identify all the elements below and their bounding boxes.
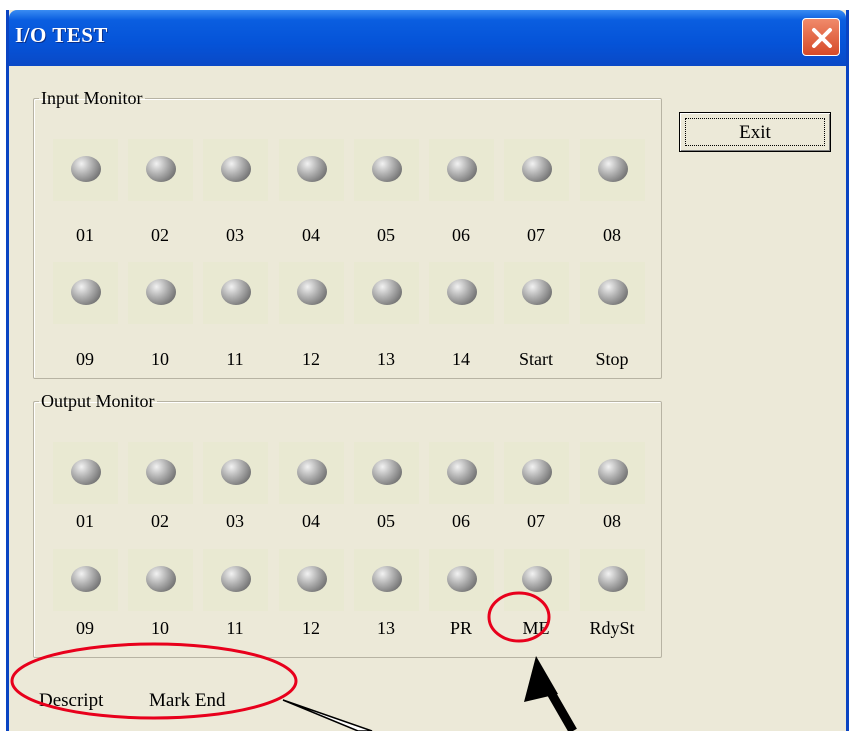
annotation-overlay: [10, 591, 577, 731]
annotation-ellipse-me: [487, 591, 551, 643]
annotation-callout-pointer: [282, 699, 373, 731]
annotation-ellipse-descript: [10, 642, 298, 720]
annotation-arrow-head: [524, 656, 558, 702]
